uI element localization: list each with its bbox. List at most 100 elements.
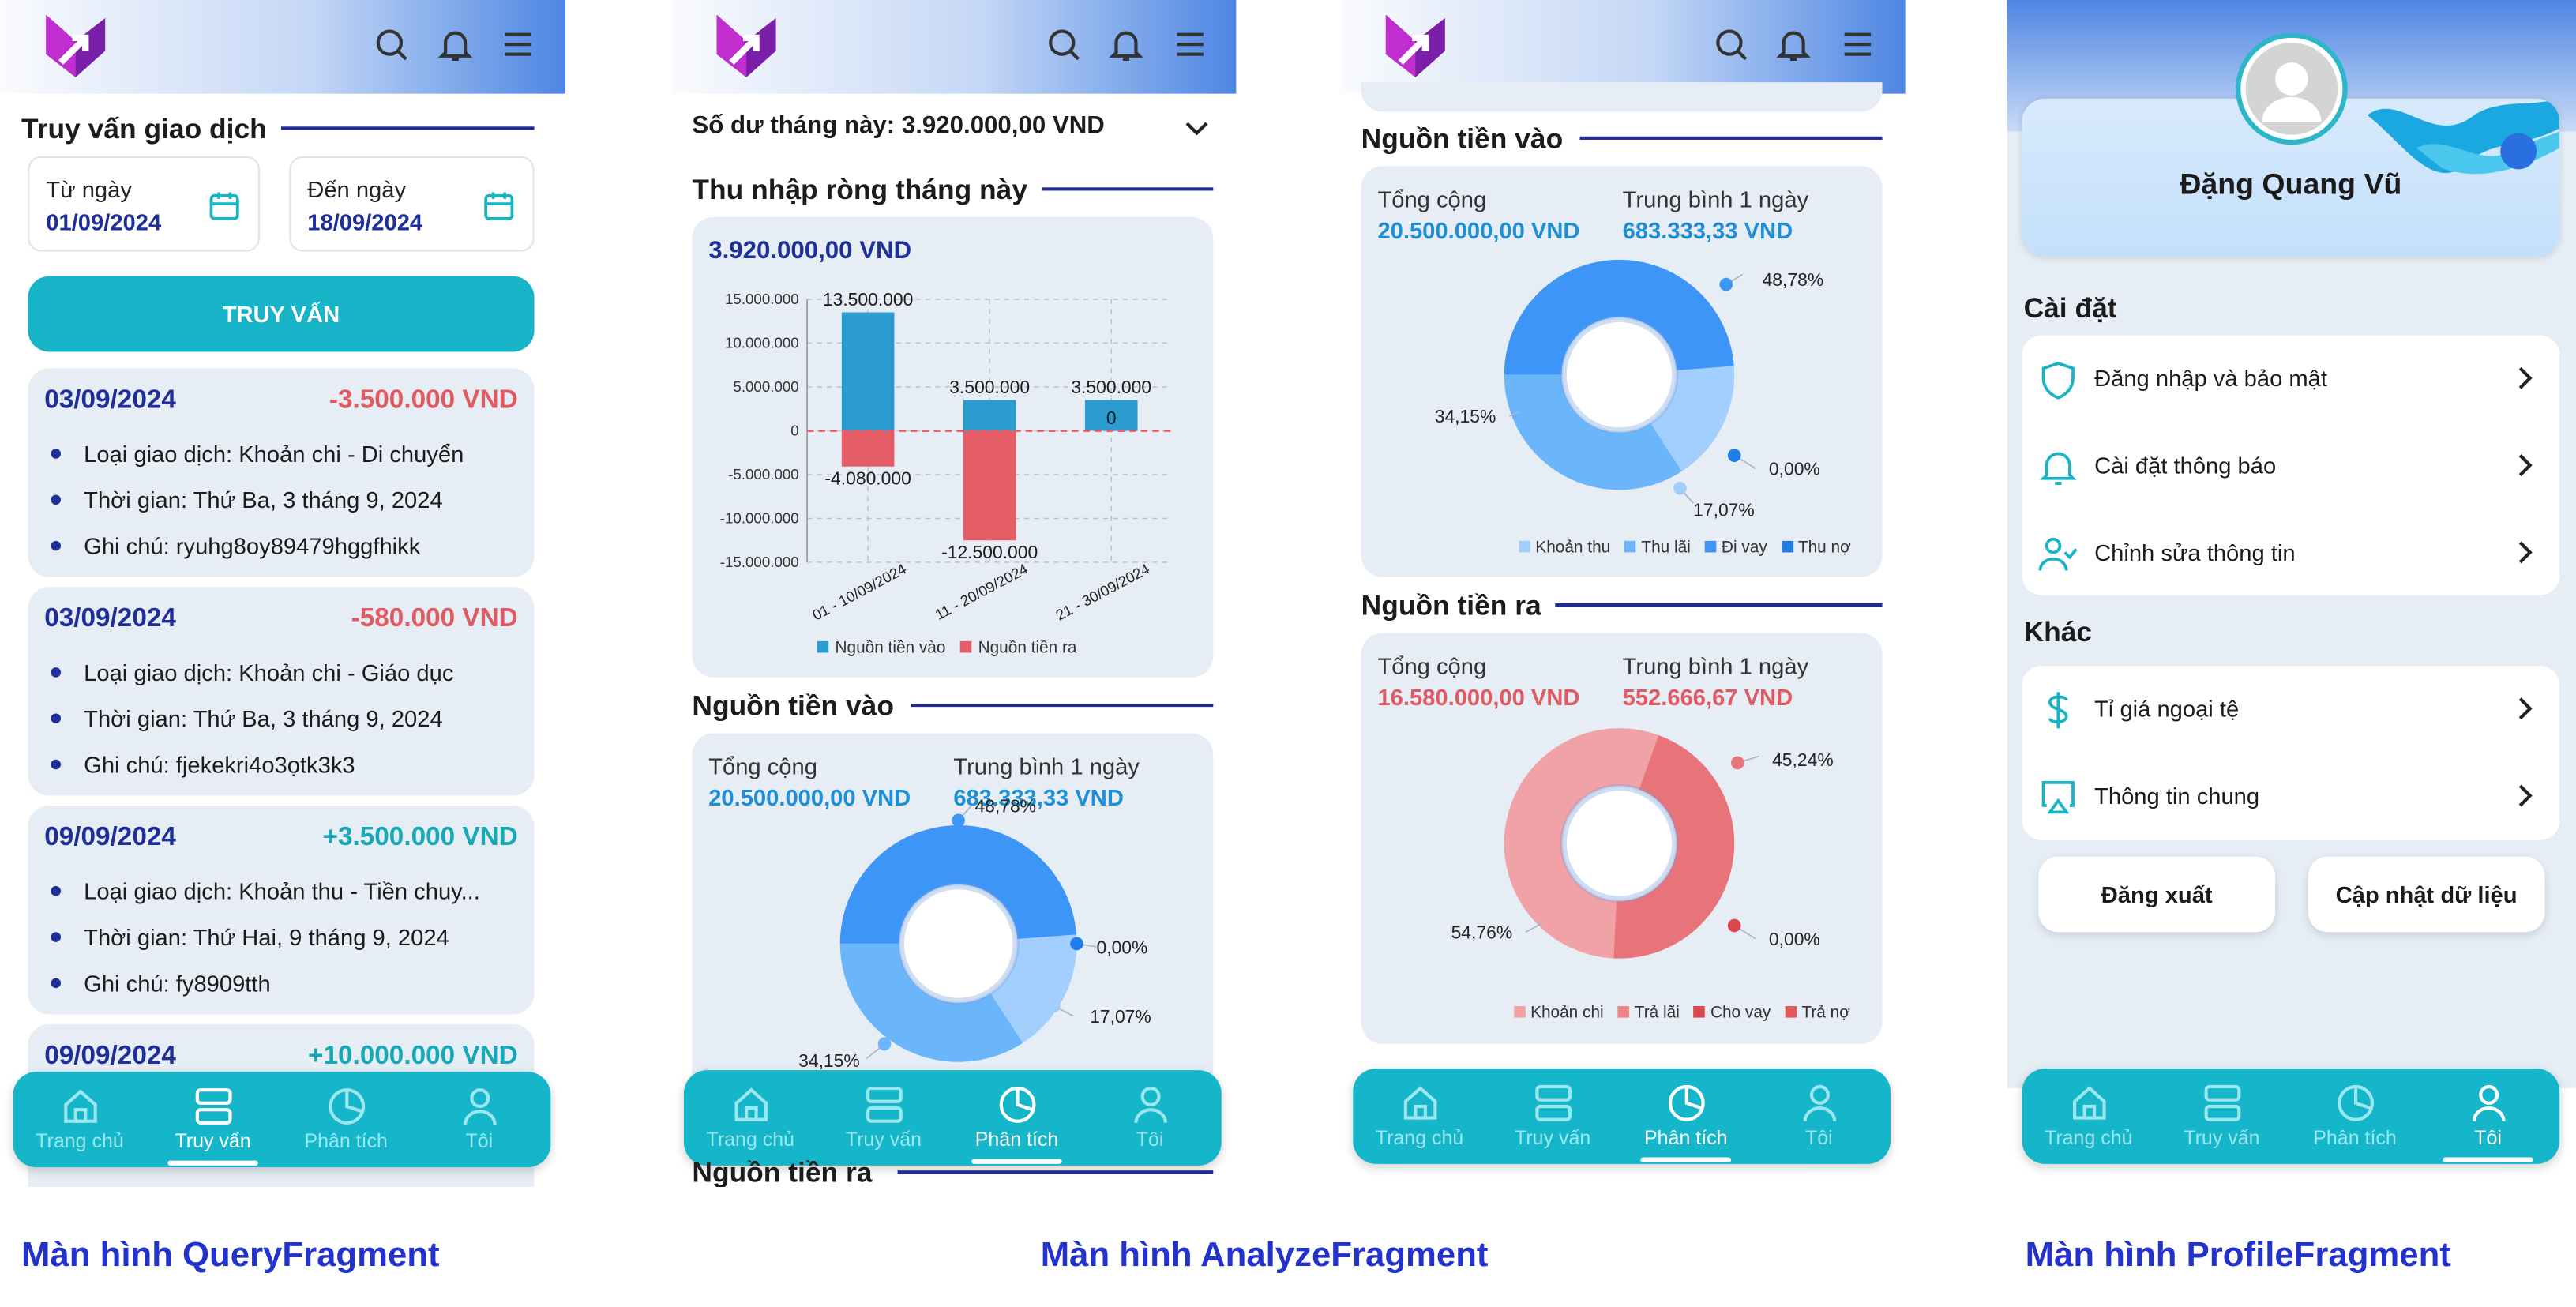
search-icon[interactable] (374, 26, 410, 62)
logout-button[interactable]: Đăng xuất (2038, 856, 2276, 933)
analyze-screen: Số dư tháng này: 3.920.000,00 VND Thu nh… (670, 0, 1237, 1187)
nav-home[interactable]: Trang chủ (684, 1070, 817, 1166)
nav-profile-label: Tôi (1805, 1125, 1833, 1150)
user-icon (464, 1088, 497, 1125)
chevron-right-icon (2518, 697, 2533, 720)
menu-icon[interactable] (1839, 26, 1876, 62)
bullet (51, 932, 62, 942)
nav-analyze[interactable]: Phân tích (280, 1072, 413, 1167)
transaction-date: 03/09/2024 (44, 386, 176, 415)
leader-dot (1519, 403, 1533, 416)
nav-analyze[interactable]: Phân tích (950, 1070, 1083, 1166)
nav-analyze-label: Phân tích (1643, 1125, 1728, 1150)
user-icon (2472, 1084, 2506, 1121)
data-label: -4.080.000 (824, 468, 911, 489)
bar (841, 312, 895, 431)
nav-profile-label: Tôi (465, 1129, 494, 1153)
to-date-field[interactable]: Đến ngày 18/09/2024 (289, 156, 535, 252)
leader-dot (1047, 999, 1061, 1013)
bottom-nav: Trang chủ Truy vấn Phân tích Tôi (13, 1072, 551, 1168)
menu-icon[interactable] (1172, 26, 1208, 62)
income-legend: Khoản thu Thu lãi Đi vay Thu nợ (1509, 539, 1851, 558)
other-item-exchange-rate[interactable]: Tỉ giá ngoại tệ (2022, 666, 2559, 753)
net-income-bar-chart: 15.000.000 10.000.000 5.000.000 0 -5.000.000… (720, 289, 1173, 656)
app-logo-icon (716, 14, 776, 77)
nav-query[interactable]: Truy vấn (1486, 1069, 1620, 1164)
calendar-icon (484, 192, 514, 220)
nav-home[interactable]: Trang chủ (2022, 1069, 2155, 1164)
bell-icon[interactable] (1775, 26, 1812, 62)
settings-item-label: Chỉnh sửa thông tin (2094, 539, 2296, 566)
bell-icon[interactable] (437, 26, 474, 62)
nav-home-label: Trang chủ (1375, 1125, 1464, 1150)
transaction-card[interactable]: 09/09/2024 +3.500.000 VND Loại giao dịch… (28, 806, 535, 1015)
y-tick-label: 10.000.000 (725, 335, 799, 351)
donut-hole (1560, 783, 1679, 903)
user-icon (1803, 1084, 1837, 1121)
nav-analyze-label: Phân tích (974, 1128, 1059, 1151)
active-indicator (1640, 1157, 1732, 1162)
bullet (51, 667, 62, 678)
nav-home[interactable]: Trang chủ (1353, 1069, 1486, 1164)
search-icon[interactable] (1046, 26, 1082, 62)
home-icon (1403, 1086, 1437, 1120)
legend-label: Trả nợ (1801, 1004, 1850, 1023)
legend-swatch (959, 640, 972, 653)
nav-query[interactable]: Truy vấn (2155, 1069, 2289, 1164)
nav-profile[interactable]: Tôi (1752, 1069, 1886, 1164)
search-button[interactable]: TRUY VẤN (28, 276, 535, 352)
transaction-amount: +3.500.000 VND (322, 823, 518, 852)
settings-card: Đăng nhập và bảo mật Cài đặt thông báo C… (2022, 335, 2560, 596)
percent-label: 48,78% (1763, 269, 1824, 290)
other-card: Tỉ giá ngoại tệ Thông tin chung (2022, 666, 2560, 840)
nav-query[interactable]: Truy vấn (817, 1070, 951, 1166)
from-date-field[interactable]: Từ ngày 01/09/2024 (28, 156, 260, 252)
bell-icon[interactable] (1108, 26, 1144, 62)
settings-title: Cài đặt (2023, 292, 2117, 325)
menu-icon[interactable] (500, 26, 536, 62)
analyze-caption: Màn hình AnalyzeFragment (1040, 1236, 1489, 1275)
donut-hole (1560, 315, 1679, 434)
settings-item-security[interactable]: Đăng nhập và bảo mật (2022, 336, 2559, 423)
legend-label: Khoản chi (1530, 1004, 1604, 1023)
app-header (1339, 0, 1906, 94)
income-donut-chart: 48,78% 0,00% 17,07% 34,15% (1435, 259, 1824, 520)
legend-label: Trả lãi (1634, 1004, 1680, 1023)
nav-profile[interactable]: Tôi (2421, 1069, 2555, 1164)
chevron-right-icon (2518, 784, 2533, 807)
y-tick-label: 0 (790, 423, 798, 439)
avatar[interactable] (2236, 32, 2348, 145)
settings-item-notification[interactable]: Cài đặt thông báo (2022, 423, 2559, 509)
query-screen: Truy vấn giao dịch Từ ngày 01/09/2024 Đế… (0, 0, 566, 1187)
settings-item-edit-info[interactable]: Chỉnh sửa thông tin (2022, 509, 2559, 596)
data-label: -12.500.000 (941, 542, 1038, 562)
from-date-value: 01/09/2024 (46, 208, 162, 235)
legend-swatch (1705, 540, 1717, 553)
nav-analyze[interactable]: Phân tích (1619, 1069, 1752, 1164)
nav-query[interactable]: Truy vấn (146, 1072, 280, 1167)
server-icon (195, 1088, 232, 1125)
title-underline (1042, 187, 1214, 191)
update-data-button[interactable]: Cập nhật dữ liệu (2308, 856, 2545, 933)
expense-title: Nguồn tiền ra (692, 1157, 873, 1187)
income-title: Nguồn tiền vào (692, 690, 894, 722)
nav-home[interactable]: Trang chủ (13, 1072, 147, 1167)
chevron-down-icon[interactable] (1184, 115, 1210, 141)
legend-label: Thu nợ (1797, 539, 1851, 558)
other-item-general-info[interactable]: Thông tin chung (2022, 753, 2559, 839)
nav-profile[interactable]: Tôi (413, 1072, 546, 1167)
nav-profile[interactable]: Tôi (1083, 1070, 1217, 1166)
leader-dot (877, 1037, 892, 1051)
transaction-time: Thời gian: Thứ Ba, 3 tháng 9, 2024 (84, 705, 443, 732)
pie-chart-icon (999, 1087, 1036, 1123)
dollar-icon (2048, 692, 2068, 729)
avatar-placeholder-icon (2245, 43, 2338, 135)
search-icon[interactable] (1713, 26, 1749, 62)
server-icon (1535, 1084, 1572, 1121)
percent-label: 34,15% (798, 1050, 860, 1071)
percent-label: 54,76% (1451, 922, 1513, 943)
nav-analyze[interactable]: Phân tích (2289, 1069, 2422, 1164)
transaction-card[interactable]: 03/09/2024 -3.500.000 VND Loại giao dịch… (28, 368, 535, 577)
transaction-card[interactable]: 03/09/2024 -580.000 VND Loại giao dịch: … (28, 587, 535, 796)
month-balance: Số dư tháng này: 3.920.000,00 VND (692, 111, 1105, 140)
